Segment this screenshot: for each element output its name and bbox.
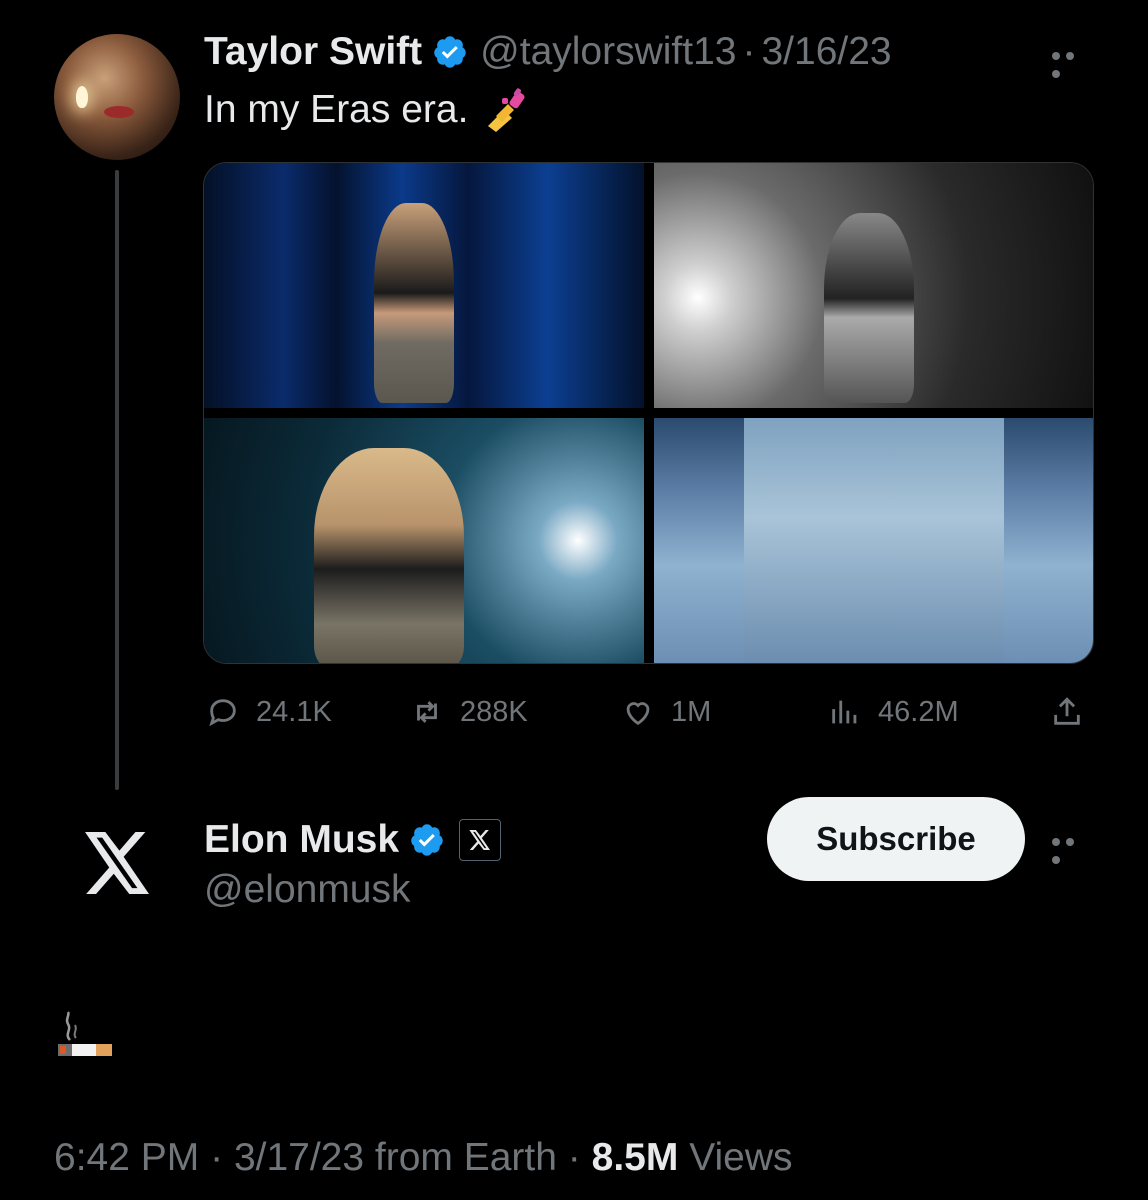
- share-icon: [1054, 697, 1080, 725]
- subscribe-button[interactable]: Subscribe: [767, 797, 1025, 881]
- retweet-action[interactable]: 288K: [410, 692, 528, 732]
- cigarette-icon: [58, 1011, 112, 1056]
- reply-action[interactable]: 24.1K: [206, 692, 332, 732]
- like-count: 1M: [671, 695, 712, 728]
- photo-4[interactable]: [653, 418, 1093, 663]
- reply-count: 24.1K: [256, 695, 332, 728]
- heart-icon: [626, 702, 650, 726]
- more-options-icon[interactable]: [1052, 833, 1092, 864]
- dot-separator: ·: [567, 1136, 581, 1179]
- dot-separator: ·: [210, 1136, 224, 1179]
- nail-polish-icon: [488, 88, 525, 132]
- flame-decoration: [76, 86, 88, 108]
- tweet-metadata: 6:42 PM · 3/17/23 from Earth · 8.5M View…: [54, 1136, 793, 1180]
- author-handle[interactable]: @taylorswift13: [480, 30, 736, 74]
- views-action[interactable]: 46.2M: [828, 692, 959, 732]
- tweet-header: Elon Musk: [204, 816, 502, 864]
- retweet-count: 288K: [460, 695, 528, 728]
- avatar-detail: [104, 106, 134, 118]
- reply-icon: [209, 699, 236, 727]
- photo-3[interactable]: [204, 418, 644, 663]
- dot-separator: ·: [742, 30, 756, 73]
- tweet-photo-grid[interactable]: [203, 162, 1094, 664]
- performer-figure: [823, 213, 914, 403]
- share-action[interactable]: [1050, 692, 1100, 732]
- performer-figure: [374, 203, 454, 403]
- photo-2[interactable]: [653, 163, 1093, 408]
- author-name[interactable]: Taylor Swift: [204, 30, 422, 74]
- verified-badge-icon: [411, 824, 443, 856]
- tweet-date[interactable]: 3/16/23: [761, 30, 891, 74]
- author-name[interactable]: Elon Musk: [204, 818, 399, 862]
- performer-figure: [314, 448, 464, 663]
- author-handle[interactable]: @elonmusk: [204, 868, 411, 912]
- thread-connector-line: [115, 170, 119, 790]
- x-affiliation-badge-icon[interactable]: [459, 819, 502, 861]
- overalls-figure: [743, 418, 1004, 663]
- tweet-header: Taylor Swift @taylorswift13 · 3/16/23: [204, 28, 892, 76]
- verified-badge-icon: [434, 36, 466, 68]
- like-action[interactable]: 1M: [621, 692, 711, 732]
- tweet-text-content: In my Eras era.: [204, 88, 469, 131]
- more-options-icon[interactable]: [1052, 47, 1092, 78]
- taylor-swift-avatar[interactable]: [54, 34, 180, 160]
- views-label: Views: [689, 1136, 793, 1179]
- bar-chart-icon: [832, 700, 857, 724]
- views-count: 46.2M: [878, 695, 959, 728]
- photo-1[interactable]: [204, 163, 644, 408]
- view-count[interactable]: 8.5M: [592, 1136, 679, 1179]
- tweet-time[interactable]: 6:42 PM: [54, 1136, 199, 1179]
- tweet-date-source: 3/17/23 from Earth: [233, 1136, 557, 1179]
- retweet-icon: [417, 701, 437, 723]
- x-logo-icon[interactable]: [84, 832, 152, 894]
- tweet-text: In my Eras era.: [204, 86, 530, 134]
